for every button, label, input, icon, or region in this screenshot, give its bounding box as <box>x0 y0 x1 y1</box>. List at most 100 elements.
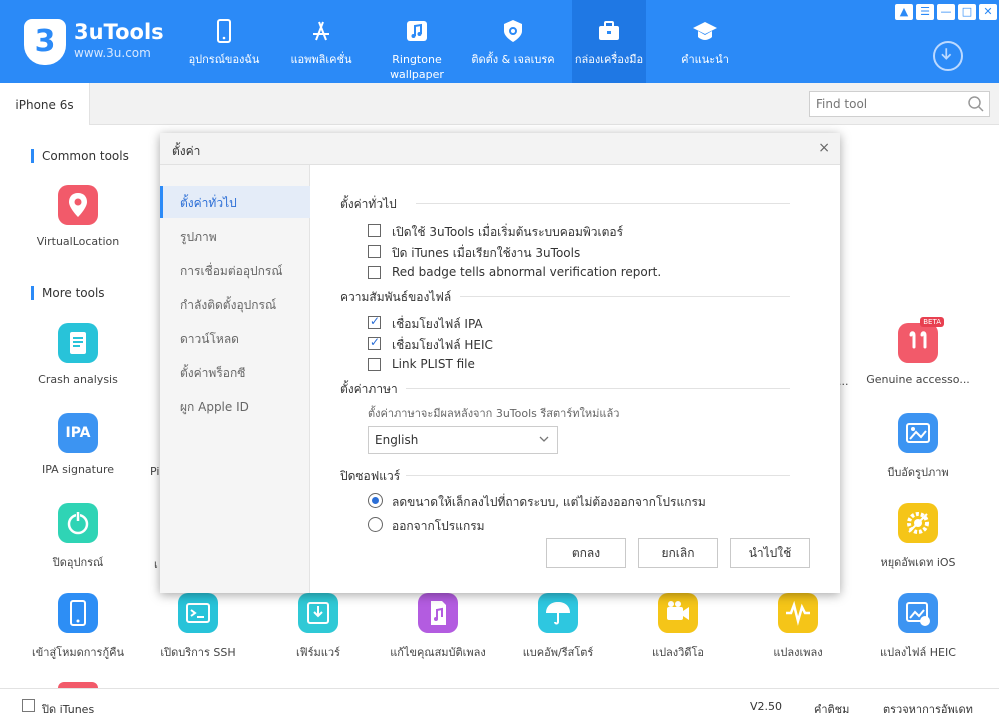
tool-label: แก้ไขคุณสมบัติเพลง <box>390 646 486 659</box>
checkbox[interactable] <box>368 314 381 329</box>
nav-apps[interactable]: แอพพลิเคชั่น <box>275 0 367 83</box>
nav-my-device[interactable]: อุปกรณ์ของฉัน <box>176 0 272 83</box>
radio-button[interactable] <box>368 493 383 508</box>
tool-label: หยุดอัพเดท iOS <box>880 556 956 569</box>
dialog-header: ตั้งค่า × <box>160 133 840 165</box>
sidebar-item-photos[interactable]: รูปภาพ <box>160 220 310 252</box>
divider <box>406 475 790 476</box>
maximize-icon[interactable]: □ <box>958 4 976 20</box>
tool-label: Crash analysis <box>38 373 118 386</box>
sidebar-item-installing[interactable]: กำลังติดตั้งอุปกรณ์ <box>160 288 310 320</box>
check-update-link[interactable]: ตรวจหาการอัพเดท <box>883 700 973 718</box>
tool-recovery-mode[interactable]: เข้าสู่โหมดการกู้คืน <box>18 593 138 661</box>
earphones-icon: BETA <box>898 317 944 363</box>
language-selected-value: English <box>375 433 419 447</box>
shield-icon <box>504 20 522 42</box>
status-bar: ปิด iTunes V2.50 คำติชม ตรวจหาการอัพเดท <box>0 688 999 723</box>
tool-ssh[interactable]: เปิดบริการ SSH <box>138 593 258 661</box>
tool-label: แปลงไฟล์ HEIC <box>880 646 956 659</box>
tool-stop-ios-update[interactable]: หยุดอัพเดท iOS <box>858 503 978 571</box>
search-icon[interactable] <box>967 95 985 113</box>
tool-virtual-location[interactable]: VirtualLocation <box>18 185 138 248</box>
apply-button[interactable]: นำไปใช้ <box>730 538 810 568</box>
dialog-close-icon[interactable]: × <box>818 140 830 156</box>
app-header: 3 3uTools www.3u.com อุปกรณ์ของฉัน แอพพล… <box>0 0 999 83</box>
checkbox[interactable] <box>368 266 381 279</box>
checkbox[interactable] <box>368 245 381 258</box>
nav-label: แอพพลิเคชั่น <box>290 53 352 66</box>
nav-tutorials[interactable]: คำแนะนำ <box>670 0 740 83</box>
download-box-icon <box>298 593 338 633</box>
graduation-cap-icon <box>693 22 717 40</box>
nav-ringtone-wallpaper[interactable]: Ringtone wallpaper <box>374 0 460 83</box>
sidebar-item-apple-id[interactable]: ผูก Apple ID <box>160 390 310 422</box>
tool-label: เฟิร์มแวร์ <box>296 646 340 659</box>
chevron-down-icon <box>539 436 549 442</box>
beta-badge: BETA <box>920 317 944 327</box>
close-software-heading: ปิดซอฟแวร์ <box>340 469 401 483</box>
dialog-title: ตั้งค่า <box>172 144 201 158</box>
sidebar-item-device-connection[interactable]: การเชื่อมต่ออุปกรณ์ <box>160 254 310 286</box>
phone-icon <box>217 19 231 43</box>
file-association-heading: ความสัมพันธ์ของไฟล์ <box>340 290 452 304</box>
checkbox[interactable] <box>368 335 381 350</box>
tool-power-off[interactable]: ปิดอุปกรณ์ <box>18 503 138 571</box>
tool-firmware[interactable]: เฟิร์มแวร์ <box>258 593 378 661</box>
general-settings-heading: ตั้งค่าทั่วไป <box>340 197 397 211</box>
list-icon[interactable]: ☰ <box>916 4 934 20</box>
app-url: www.3u.com <box>74 46 151 60</box>
tool-compress-photo[interactable]: บีบอัดรูปภาพ <box>858 413 978 481</box>
tool-convert-heic[interactable]: แปลงไฟล์ HEIC <box>858 593 978 661</box>
tool-label: แปลงวิดีโอ <box>651 646 705 659</box>
nav-label: อุปกรณ์ของฉัน <box>188 53 260 66</box>
tool-label: IPA signature <box>41 463 114 476</box>
sidebar-item-general[interactable]: ตั้งค่าทั่วไป <box>160 186 310 218</box>
nav-toolbox[interactable]: กล่องเครื่องมือ <box>572 0 646 83</box>
tool-convert-audio[interactable]: แปลงเพลง <box>738 593 858 661</box>
nav-flash-jailbreak[interactable]: ติดตั้ง & เจลเบรค <box>470 0 556 83</box>
divider <box>416 203 790 204</box>
more-tools-heading: More tools <box>31 286 105 300</box>
nav-label: Ringtone wallpaper <box>390 53 444 81</box>
ok-button[interactable]: ตกลง <box>546 538 626 568</box>
find-tool-input[interactable] <box>809 91 990 117</box>
settings-sidebar: ตั้งค่าทั่วไป รูปภาพ การเชื่อมต่ออุปกรณ์… <box>160 165 310 593</box>
language-hint: ตั้งค่าภาษาจะมีผลหลังจาก 3uTools รีสตาร์… <box>368 407 620 420</box>
music-file-icon <box>418 593 458 633</box>
tool-edit-music-properties[interactable]: แก้ไขคุณสมบัติเพลง <box>378 593 498 661</box>
close-itunes-label: ปิด iTunes <box>42 703 95 716</box>
cancel-button[interactable]: ยกเลิก <box>638 538 718 568</box>
tool-ipa-signature[interactable]: IPA IPA signature <box>18 413 138 476</box>
tool-label: VirtualLocation <box>36 235 120 248</box>
radio-button[interactable] <box>368 517 383 532</box>
option-label: เปิดใช้ 3uTools เมื่อเริ่มต้นระบบคอมพิวเ… <box>392 225 624 239</box>
tool-backup-restore[interactable]: แบคอัพ/รีสโตร์ <box>498 593 618 661</box>
terminal-icon <box>178 593 218 633</box>
close-itunes-checkbox[interactable] <box>22 699 35 712</box>
checkbox[interactable] <box>368 358 381 371</box>
option-label: ปิด iTunes เมื่อเรียกใช้งาน 3uTools <box>392 246 581 260</box>
close-icon[interactable]: ✕ <box>979 4 997 20</box>
version-label: V2.50 <box>750 700 783 713</box>
tool-label: แบคอัพ/รีสโตร์ <box>522 646 594 659</box>
common-tools-heading: Common tools <box>31 149 129 163</box>
tool-crash-analysis[interactable]: Crash analysis <box>18 323 138 386</box>
power-icon <box>58 503 98 543</box>
tool-label: ปิดอุปกรณ์ <box>52 556 104 569</box>
tool-convert-video[interactable]: แปลงวิดีโอ <box>618 593 738 661</box>
shirt-icon[interactable]: ▲ <box>895 4 913 20</box>
checkbox[interactable] <box>368 224 381 237</box>
photo-icon <box>898 413 938 453</box>
sidebar-item-download[interactable]: ดาวน์โหลด <box>160 322 310 354</box>
language-select[interactable]: English <box>368 426 558 454</box>
app-store-icon <box>313 21 329 41</box>
device-tab[interactable]: iPhone 6s <box>0 83 90 125</box>
download-icon[interactable] <box>933 41 963 71</box>
gear-icon <box>898 503 938 543</box>
tool-genuine-accessory[interactable]: BETA Genuine accesso... <box>858 317 978 386</box>
option-label: Link PLIST file <box>392 357 475 371</box>
minimize-icon[interactable]: — <box>937 4 955 20</box>
feedback-link[interactable]: คำติชม <box>814 700 849 718</box>
phone-icon <box>58 593 98 633</box>
sidebar-item-proxy[interactable]: ตั้งค่าพร็อกซี <box>160 356 310 388</box>
